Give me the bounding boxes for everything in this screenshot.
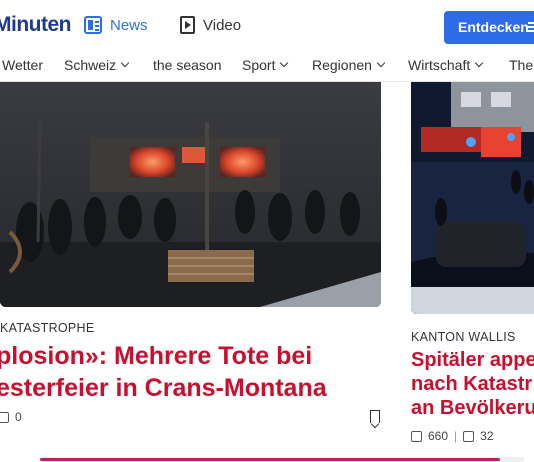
chevron-down-icon	[474, 58, 484, 68]
category-wirtschaft[interactable]: Wirtschaft	[408, 57, 484, 73]
category-label: Regionen	[312, 57, 372, 73]
entdecken-label: Entdecken	[458, 19, 529, 35]
category-regionen[interactable]: Regionen	[312, 57, 386, 73]
like-count: 0	[15, 410, 22, 424]
chevron-down-icon	[280, 58, 289, 68]
entdecken-button[interactable]: Entdecken	[444, 11, 534, 44]
nav-news[interactable]: News	[84, 16, 148, 34]
article-kicker: KANTON WALLIS	[411, 330, 516, 344]
category-label: Sport	[242, 57, 276, 73]
emergency-vehicles-image	[411, 82, 534, 314]
chevron-down-icon	[120, 58, 130, 68]
article-image-side[interactable]	[411, 82, 534, 314]
nav-news-label: News	[110, 16, 148, 34]
share-icon	[463, 430, 475, 442]
share-count: 32	[480, 429, 494, 443]
chevron-down-icon	[376, 58, 386, 68]
thumbs-up-icon	[0, 411, 9, 423]
article-headline[interactable]: Spitäler appe nach Katastr an Bevölkeru	[411, 348, 534, 420]
category-label: Wetter	[2, 57, 43, 73]
bookmark-icon[interactable]	[370, 410, 380, 423]
category-the[interactable]: The	[509, 57, 533, 73]
nav-video-label: Video	[203, 16, 242, 34]
thumbs-up-icon	[411, 430, 422, 442]
explosion-scene-image	[0, 82, 381, 307]
category-wetter[interactable]: Wetter	[2, 57, 43, 73]
site-logo[interactable]: Minuten	[0, 13, 71, 37]
article-reactions[interactable]: 660 | 32	[411, 429, 494, 443]
headline-line: plosion»: Mehrere Tote bei	[0, 342, 313, 370]
category-label: the season	[153, 57, 222, 73]
category-the-season[interactable]: the season	[153, 57, 222, 73]
article-reactions[interactable]: 0	[0, 410, 22, 424]
headline-line: esterfeier in Crans-Montana	[0, 374, 327, 402]
category-label: The	[509, 57, 534, 73]
newspaper-icon	[84, 16, 102, 34]
site-header: Minuten News Video Entdecken	[0, 0, 534, 50]
category-sport[interactable]: Sport	[242, 57, 289, 73]
article-headline[interactable]: plosion»: Mehrere Tote bei esterfeier in…	[0, 340, 327, 404]
hamburger-icon	[528, 22, 534, 24]
article-image-main[interactable]	[0, 82, 381, 307]
nav-video[interactable]: Video	[180, 16, 241, 34]
headline-line: an Bevölkeru	[411, 397, 534, 419]
like-count: 660	[428, 429, 449, 443]
category-label: Wirtschaft	[408, 57, 471, 73]
video-play-icon	[180, 16, 195, 34]
article-kicker: KATASTROPHE	[0, 321, 95, 335]
category-label: Schweiz	[64, 57, 117, 73]
headline-line: Spitäler appe	[411, 349, 534, 371]
scrollbar-thumb[interactable]	[40, 458, 500, 461]
headline-line: nach Katastr	[411, 373, 533, 395]
horizontal-scrollbar[interactable]	[40, 457, 524, 462]
category-nav: Wetter Schweiz the season Sport Regionen…	[0, 50, 534, 82]
separator: |	[454, 429, 458, 443]
category-schweiz[interactable]: Schweiz	[64, 57, 130, 73]
